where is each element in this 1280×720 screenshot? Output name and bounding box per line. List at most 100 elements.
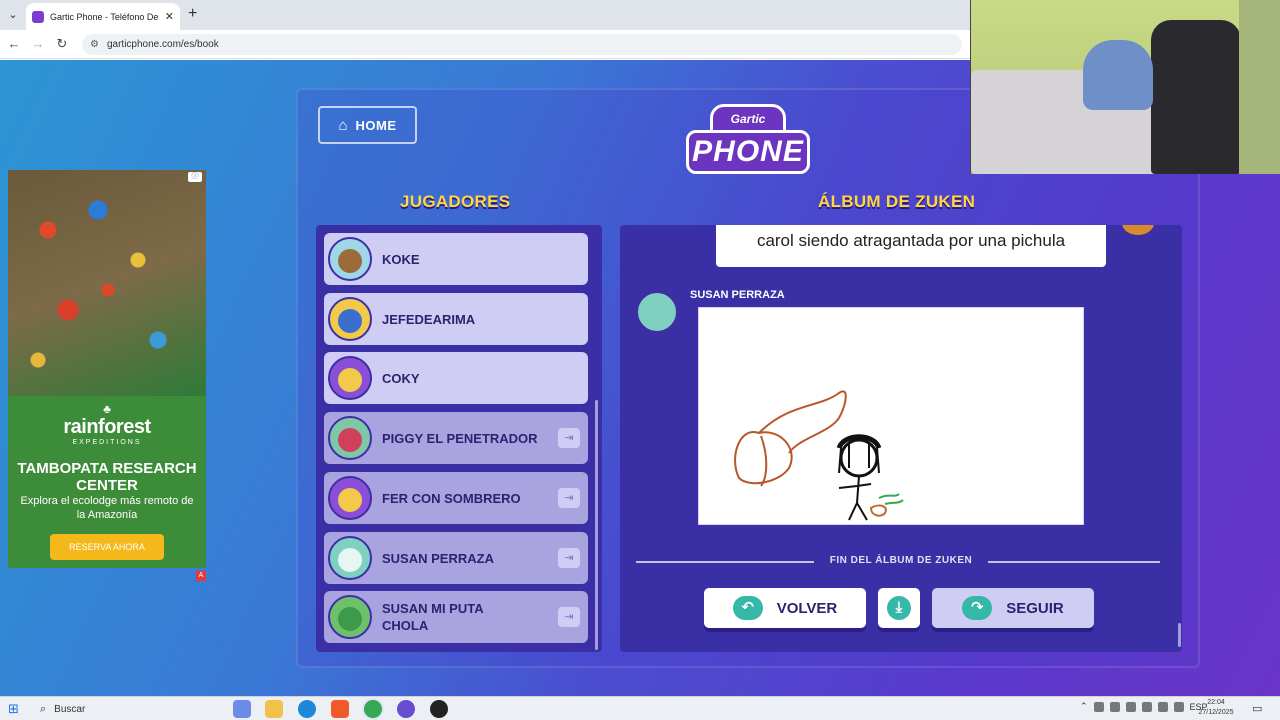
end-divider-right (988, 561, 1160, 563)
ad-cta-button[interactable]: RESERVA AHORA (50, 534, 164, 560)
redo-arrow-icon: ↷ (962, 596, 993, 620)
start-icon[interactable]: ⊞ (8, 702, 22, 716)
album-end-text: FIN DEL ÁLBUM DE ZUKEN (829, 555, 973, 566)
drawing-sketch (734, 390, 904, 521)
player-avatar-bird-icon (328, 356, 372, 400)
download-icon: ⤓ (887, 596, 911, 620)
back-button[interactable]: ↶ VOLVER (704, 588, 866, 628)
download-button[interactable]: ⤓ (878, 588, 920, 628)
taskbar-search[interactable]: ⌕ Buscar (34, 699, 222, 719)
gartic-phone-logo: Gartic PHONE (686, 104, 810, 182)
ad-parrots-photo (8, 170, 206, 396)
player-avatar-mask-icon (328, 416, 372, 460)
reload-icon[interactable]: ↻ (54, 36, 70, 52)
player-avatar-bird-icon (328, 476, 372, 520)
drawer-name: SUSAN PERRAZA (690, 289, 785, 301)
player-name: JEFEDEARIMA (382, 311, 476, 327)
author-avatar-icon (1120, 225, 1156, 237)
ad-tree-icon: ♣ (103, 402, 111, 416)
player-name: KOKE (382, 251, 420, 267)
player-item[interactable]: FER CON SOMBRERO ⇥ (324, 472, 588, 524)
forward-arrow-icon[interactable]: → (30, 36, 46, 51)
webcam-overlay (970, 0, 1280, 174)
player-item[interactable]: SUSAN PERRAZA ⇥ (324, 532, 588, 584)
tray-app-icon[interactable] (1093, 701, 1104, 712)
ad-text: Explora el ecolodge más remoto de la Ama… (20, 495, 194, 521)
players-scrollbar[interactable] (595, 400, 598, 650)
clock-date: 27/12/2025 (1198, 709, 1234, 716)
player-item[interactable]: PIGGY EL PENETRADOR ⇥ (324, 412, 588, 464)
player-name: COKY (382, 370, 420, 386)
microphone-icon[interactable] (1125, 701, 1136, 712)
tab-close-icon[interactable]: ✕ (165, 10, 174, 23)
ad-banner[interactable]: ⓘ ♣ rainforest EXPEDITIONS TAMBOPATA RES… (8, 170, 206, 568)
album-scrollbar[interactable] (1178, 623, 1181, 647)
ad-logo: ♣ rainforest EXPEDITIONS (8, 402, 206, 446)
ad-brand: rainforest (63, 416, 151, 438)
player-name: FER CON SOMBRERO (382, 490, 521, 506)
logo-main-text: PHONE (686, 130, 810, 174)
battery-icon[interactable] (1173, 701, 1184, 712)
player-name: SUSAN PERRAZA (382, 550, 494, 566)
volume-icon[interactable] (1157, 701, 1168, 712)
player-item[interactable]: COKY (324, 352, 588, 404)
kick-player-icon[interactable]: ⇥ (558, 607, 580, 627)
site-info-icon[interactable]: ⚙ (90, 39, 99, 50)
undo-arrow-icon: ↶ (732, 596, 763, 620)
album-title: ÁLBUM DE ZUKEN (818, 192, 976, 211)
album-caption: carol siendo atragantada por una pichula (716, 225, 1106, 267)
wifi-icon[interactable] (1141, 701, 1152, 712)
player-avatar-frog-icon (328, 595, 372, 639)
network-icon[interactable] (1109, 701, 1120, 712)
tab-title: Gartic Phone - Teléfono Descon (50, 11, 159, 22)
address-bar[interactable]: ⚙ garticphone.com/es/book (82, 34, 962, 55)
copilot-app-icon[interactable] (233, 700, 251, 718)
clock-time: 22:04 (1207, 699, 1225, 706)
drawer-avatar-ghost-icon (636, 291, 678, 333)
player-name: PIGGY EL PENETRADOR (382, 430, 538, 446)
ad-info-icon[interactable]: ⓘ (188, 172, 202, 182)
album-panel: carol siendo atragantada por una pichula… (620, 225, 1182, 652)
end-divider-left (636, 561, 814, 563)
players-list[interactable]: KOKE JEFEDEARIMA COKY PIGGY EL PENETRADO… (316, 225, 602, 652)
notification-icon[interactable]: ▭ (1252, 702, 1262, 715)
clock[interactable]: 22:04 27/12/2025 (1198, 698, 1234, 718)
game-panel: ⌂ HOME Gartic PHONE JUGADORES ÁLBUM DE Z… (296, 88, 1200, 668)
tray-expand-icon[interactable]: ⌃ (1080, 701, 1088, 712)
system-tray[interactable]: ⌃ ESP (1080, 701, 1208, 712)
home-icon: ⌂ (338, 116, 348, 134)
chrome-browser-icon[interactable] (364, 700, 382, 718)
player-name: SUSAN MI PUTA CHOLA (382, 601, 484, 633)
drawing-canvas (698, 307, 1084, 525)
brave-browser-icon[interactable] (331, 700, 349, 718)
kick-player-icon[interactable]: ⇥ (558, 488, 580, 508)
ad-brand-sub: EXPEDITIONS (72, 439, 142, 446)
home-label: HOME (355, 117, 397, 133)
back-label: VOLVER (776, 599, 838, 617)
ad-choice-icon[interactable]: A (196, 571, 206, 581)
tab-list-button[interactable]: ⌄ (4, 6, 22, 24)
url-text[interactable]: garticphone.com/es/book (107, 39, 219, 50)
players-title: JUGADORES (400, 192, 511, 211)
kick-player-icon[interactable]: ⇥ (558, 548, 580, 568)
app-icon[interactable] (397, 700, 415, 718)
windows-taskbar: ⊞ ⌕ Buscar ⌃ ESP 22:04 27/12/2025 ▭ (0, 696, 1280, 720)
player-avatar-ghost-icon (328, 536, 372, 580)
search-label: Buscar (54, 703, 86, 715)
kick-player-icon[interactable]: ⇥ (558, 428, 580, 448)
next-button[interactable]: ↷ SEGUIR (932, 588, 1094, 628)
back-arrow-icon[interactable]: ← (6, 36, 22, 51)
player-item[interactable]: KOKE (324, 233, 588, 285)
new-tab-button[interactable]: + (188, 5, 197, 23)
file-explorer-icon[interactable] (265, 700, 283, 718)
browser-tab-active[interactable]: Gartic Phone - Teléfono Descon ✕ (26, 3, 180, 30)
obs-app-icon[interactable] (430, 700, 448, 718)
search-icon: ⌕ (40, 702, 47, 715)
player-item[interactable]: JEFEDEARIMA (324, 293, 588, 345)
edge-browser-icon[interactable] (298, 700, 316, 718)
player-avatar-bear-icon (328, 237, 372, 281)
home-button[interactable]: ⌂ HOME (318, 106, 417, 144)
gartic-favicon-icon (32, 10, 44, 23)
player-item[interactable]: SUSAN MI PUTA CHOLA ⇥ (324, 591, 588, 643)
ad-title: TAMBOPATA RESEARCH CENTER (17, 460, 197, 494)
